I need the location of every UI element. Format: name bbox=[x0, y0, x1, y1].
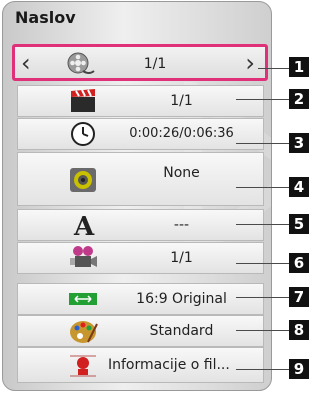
callout-number-3: 3 bbox=[289, 133, 309, 153]
callout-number-4: 4 bbox=[289, 177, 309, 197]
subtitle-value: --- bbox=[173, 217, 190, 233]
svg-text:A: A bbox=[73, 212, 95, 238]
leader-line bbox=[236, 187, 289, 188]
menu-row-title[interactable]: ‹ 1/1 › bbox=[12, 44, 268, 81]
menu-row-file-info[interactable]: Informacije o fil... bbox=[17, 347, 264, 383]
arrow-right-icon[interactable]: › bbox=[245, 51, 255, 75]
arrow-left-icon[interactable]: ‹ bbox=[21, 51, 31, 75]
title-value: 1/1 bbox=[143, 56, 167, 72]
menu-row-subtitle[interactable]: A --- bbox=[17, 209, 264, 241]
aspect-ratio-value: 16:9 Original bbox=[136, 291, 227, 307]
clock-icon bbox=[71, 122, 95, 146]
menu-row-time[interactable]: 0:00:26/0:06:36 bbox=[17, 118, 264, 150]
chapter-value: 1/1 bbox=[170, 93, 193, 109]
callout-number-1: 1 bbox=[289, 57, 309, 77]
leader-line bbox=[236, 263, 289, 264]
callout-number-7: 7 bbox=[289, 287, 309, 307]
camera-angle-icon bbox=[70, 246, 97, 267]
file-info-value: Informacije o fil... bbox=[108, 357, 230, 373]
picture-mode-value: Standard bbox=[149, 323, 214, 339]
menu-row-audio[interactable]: None bbox=[17, 152, 264, 206]
menu-title: Naslov bbox=[15, 8, 76, 27]
subtitle-letter-a-icon: A bbox=[73, 212, 95, 238]
clapperboard-icon bbox=[71, 89, 95, 112]
callout-number-2: 2 bbox=[289, 89, 309, 109]
menu-row-angle[interactable]: 1/1 bbox=[17, 242, 264, 274]
aspect-ratio-icon bbox=[69, 293, 97, 305]
leader-line bbox=[236, 297, 289, 298]
menu-row-aspect-ratio[interactable]: 16:9 Original bbox=[17, 283, 264, 315]
leader-line bbox=[258, 68, 289, 69]
menu-row-chapter[interactable]: 1/1 bbox=[17, 85, 264, 117]
callout-number-6: 6 bbox=[289, 253, 309, 273]
osd-menu-panel: Naslov ‹ 1/1 › 1/1 0:00:26/0:06:36 None … bbox=[2, 1, 272, 391]
angle-value: 1/1 bbox=[170, 250, 193, 266]
menu-row-picture-mode[interactable]: Standard bbox=[17, 315, 264, 347]
callout-number-5: 5 bbox=[289, 214, 309, 234]
time-value: 0:00:26/0:06:36 bbox=[129, 126, 234, 141]
leader-line bbox=[236, 99, 289, 100]
leader-line bbox=[236, 224, 289, 225]
speaker-icon bbox=[70, 168, 96, 192]
leader-line bbox=[236, 330, 289, 331]
leader-line bbox=[236, 143, 289, 144]
picture-mode-palette-icon bbox=[70, 321, 98, 343]
callout-number-9: 9 bbox=[289, 359, 309, 379]
leader-line bbox=[236, 369, 289, 370]
callout-number-8: 8 bbox=[289, 320, 309, 340]
audio-value: None bbox=[163, 165, 200, 181]
file-info-icon bbox=[70, 355, 96, 377]
